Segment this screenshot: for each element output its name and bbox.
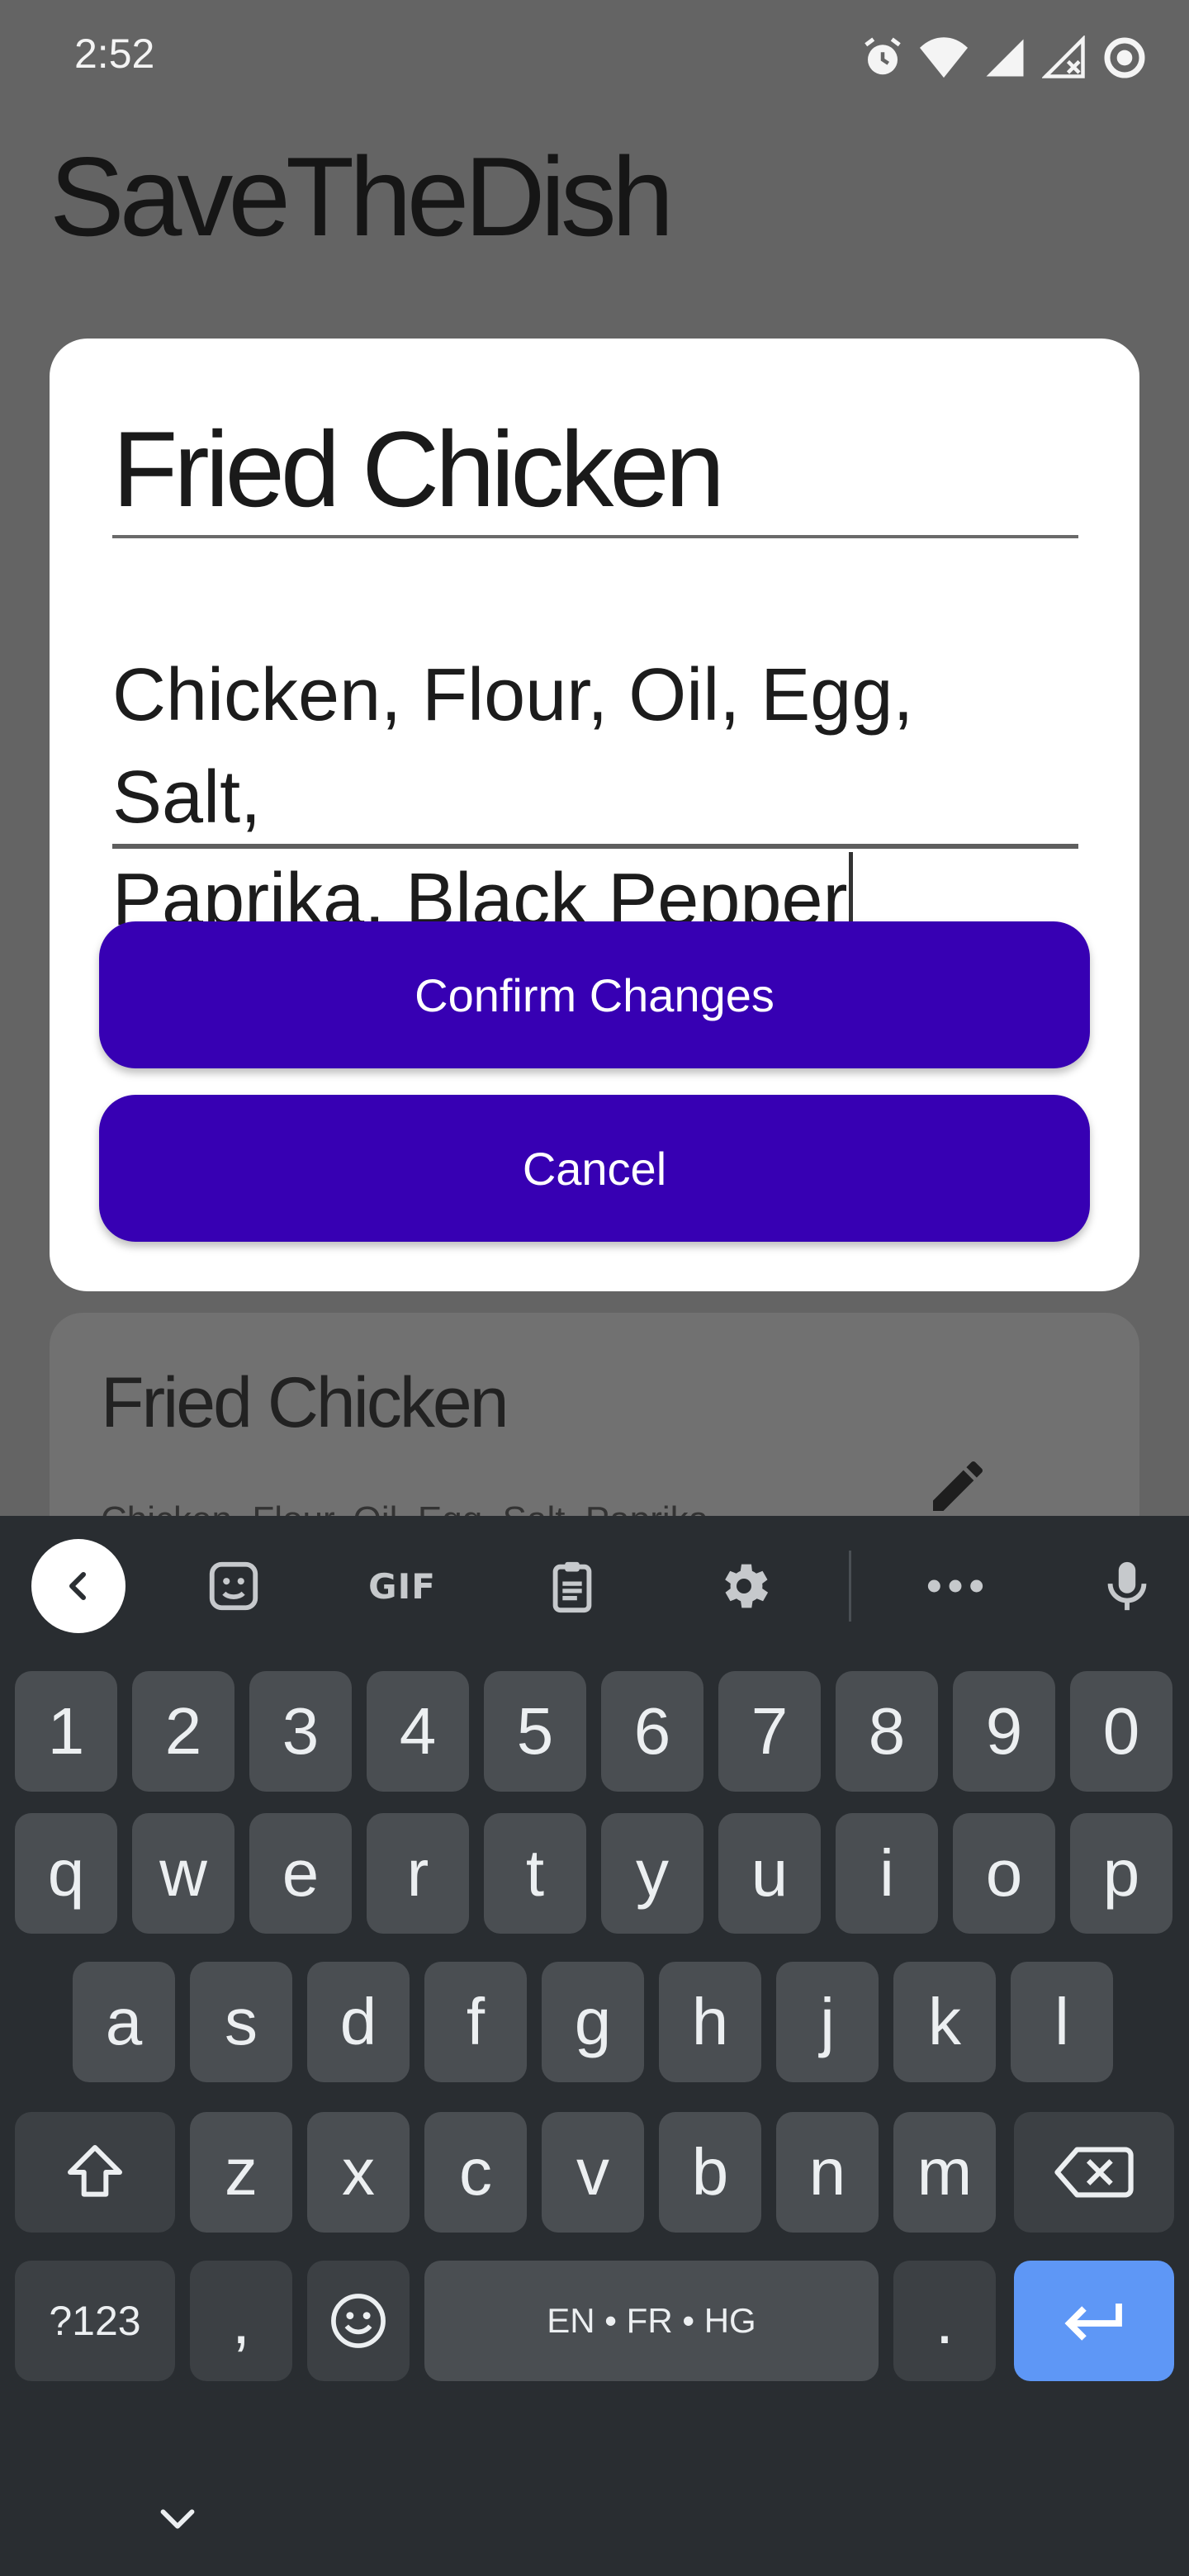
sticker-icon[interactable]: [188, 1541, 279, 1631]
microphone-icon[interactable]: [1082, 1541, 1172, 1631]
chevron-down-icon[interactable]: [149, 2490, 206, 2552]
back-icon[interactable]: [31, 1539, 126, 1633]
key-1[interactable]: 1: [15, 1671, 117, 1792]
key-9[interactable]: 9: [953, 1671, 1055, 1792]
key-j[interactable]: j: [776, 1962, 879, 2082]
recipe-name-underline: [112, 535, 1078, 538]
data-saver-icon: [1104, 37, 1145, 78]
backspace-key[interactable]: [1014, 2112, 1174, 2233]
signal-icon: [986, 39, 1024, 77]
key-b[interactable]: b: [659, 2112, 761, 2233]
edit-recipe-dialog: Fried Chicken Chicken, Flour, Oil, Egg, …: [50, 339, 1139, 1291]
key-s[interactable]: s: [190, 1962, 292, 2082]
backspace-icon: [1054, 2147, 1134, 2198]
space-key[interactable]: EN • FR • HG: [424, 2261, 879, 2381]
key-f[interactable]: f: [424, 1962, 527, 2082]
key-h[interactable]: h: [659, 1962, 761, 2082]
key-i[interactable]: i: [836, 1813, 938, 1934]
app-title: SaveTheDish: [50, 134, 674, 259]
key-k[interactable]: k: [893, 1962, 996, 2082]
gif-icon[interactable]: GIF: [357, 1541, 448, 1631]
edit-icon[interactable]: [925, 1453, 991, 1523]
key-r[interactable]: r: [367, 1813, 469, 1934]
soft-keyboard: GIF 1 2 3 4 5 6 7 8 9 0 q w e r t y u i …: [0, 1516, 1189, 2576]
shift-icon: [68, 2145, 122, 2197]
key-2[interactable]: 2: [132, 1671, 234, 1792]
key-3[interactable]: 3: [249, 1671, 352, 1792]
key-o[interactable]: o: [953, 1813, 1055, 1934]
key-l[interactable]: l: [1011, 1962, 1113, 2082]
key-t[interactable]: t: [484, 1813, 586, 1934]
key-8[interactable]: 8: [836, 1671, 938, 1792]
alarm-icon: [865, 37, 901, 75]
key-e[interactable]: e: [249, 1813, 352, 1934]
enter-icon: [1064, 2304, 1122, 2341]
signal-no-service-icon: [1042, 36, 1085, 78]
enter-key[interactable]: [1014, 2261, 1174, 2381]
status-icons: [860, 33, 1148, 83]
ingredients-line-1: Chicken, Flour, Oil, Egg, Salt,: [112, 654, 914, 839]
key-a[interactable]: a: [73, 1962, 175, 2082]
symbols-key[interactable]: ?123: [15, 2261, 175, 2381]
clipboard-icon[interactable]: [527, 1541, 618, 1631]
key-g[interactable]: g: [542, 1962, 644, 2082]
key-m[interactable]: m: [893, 2112, 996, 2233]
recipe-card-title: Fried Chicken: [101, 1363, 509, 1442]
period-key[interactable]: .: [893, 2261, 996, 2381]
more-icon[interactable]: [910, 1541, 1001, 1631]
key-v[interactable]: v: [542, 2112, 644, 2233]
wifi-icon: [920, 37, 968, 78]
emoji-key[interactable]: [307, 2261, 410, 2381]
key-z[interactable]: z: [190, 2112, 292, 2233]
key-p[interactable]: p: [1070, 1813, 1172, 1934]
status-time: 2:52: [74, 31, 155, 77]
key-c[interactable]: c: [424, 2112, 527, 2233]
shift-key[interactable]: [15, 2112, 175, 2233]
cancel-button[interactable]: Cancel: [99, 1095, 1090, 1242]
keyboard-toolbar: GIF: [0, 1516, 1189, 1653]
gif-label: GIF: [368, 1565, 436, 1607]
key-5[interactable]: 5: [484, 1671, 586, 1792]
key-7[interactable]: 7: [718, 1671, 821, 1792]
key-w[interactable]: w: [132, 1813, 234, 1934]
gear-icon[interactable]: [699, 1541, 789, 1631]
comma-key[interactable]: ,: [190, 2261, 292, 2381]
key-d[interactable]: d: [307, 1962, 410, 2082]
emoji-icon: [331, 2294, 386, 2348]
key-0[interactable]: 0: [1070, 1671, 1172, 1792]
key-6[interactable]: 6: [601, 1671, 703, 1792]
confirm-changes-button[interactable]: Confirm Changes: [99, 921, 1090, 1068]
key-y[interactable]: y: [601, 1813, 703, 1934]
key-n[interactable]: n: [776, 2112, 879, 2233]
key-x[interactable]: x: [307, 2112, 410, 2233]
ingredients-field[interactable]: Chicken, Flour, Oil, Egg, Salt, Paprika,…: [112, 644, 1078, 951]
ingredients-underline: [112, 844, 1078, 849]
recipe-name-field[interactable]: Fried Chicken: [112, 405, 725, 533]
key-u[interactable]: u: [718, 1813, 821, 1934]
status-bar: 2:52: [0, 0, 1189, 116]
toolbar-divider: [849, 1551, 851, 1622]
key-q[interactable]: q: [15, 1813, 117, 1934]
key-4[interactable]: 4: [367, 1671, 469, 1792]
